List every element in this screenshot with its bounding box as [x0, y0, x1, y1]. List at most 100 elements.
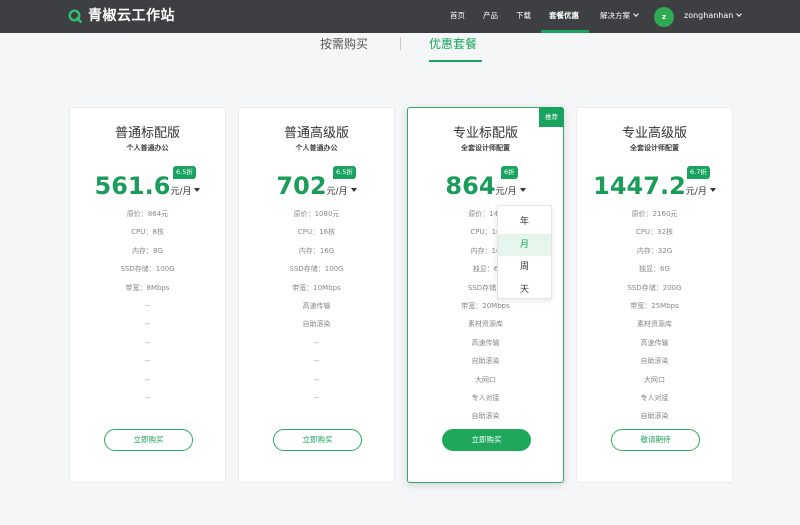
tab-on-demand[interactable]: 按需购买	[320, 36, 368, 52]
feature-item: 专人对接	[640, 393, 669, 402]
feature-item: 自助滚染	[302, 320, 331, 329]
price-unit[interactable]: 元/月	[496, 187, 517, 197]
price-row: 561.6元/月	[70, 171, 225, 201]
feature-item: 自助滚染	[471, 412, 500, 421]
plan-card-basic-advanced: 普通高级版 个人普通办公 702元/月 6.5折 原价：1080元 CPU：16…	[238, 107, 395, 483]
feature-item: --	[313, 393, 320, 402]
period-option-month[interactable]: 月	[498, 233, 551, 256]
feature-item: CPU：16核	[297, 228, 336, 237]
caret-down-icon[interactable]	[709, 187, 716, 192]
buy-now-button[interactable]: 立即购买	[273, 429, 362, 451]
plan-title: 普通标配版	[114, 126, 180, 141]
feature-item: 自助滚染	[640, 357, 669, 366]
feature-item: --	[313, 338, 320, 347]
feature-item: 大网口	[644, 375, 665, 384]
coming-soon-button[interactable]: 敬请期待	[611, 429, 700, 451]
discount-badge: 6.5折	[333, 166, 356, 179]
plan-price: 1447.2	[593, 172, 686, 200]
brand-name: 青椒云工作站	[88, 8, 175, 24]
feature-item: 内存：32G	[636, 246, 673, 255]
logo[interactable]: 青椒云工作站	[68, 8, 175, 24]
plan-subtitle: 全套设计师配置	[630, 144, 679, 152]
feature-item: --	[144, 375, 151, 384]
feature-list: 原价：1080元 CPU：16核 内存：16G SSD存储：100G 带宽：10…	[239, 205, 394, 407]
plan-price: 864	[445, 172, 496, 200]
feature-item: 自助滚染	[471, 357, 500, 366]
feature-list: 原价：864元 CPU：8核 内存：8G SSD存储：100G 带宽：8Mbps…	[70, 205, 225, 407]
plan-subtitle: 个人普通办公	[295, 144, 338, 152]
nav-products[interactable]: 产品	[483, 10, 498, 22]
nav-solutions[interactable]: 解决方案	[600, 10, 639, 22]
avatar[interactable]: z	[654, 7, 674, 27]
price-unit[interactable]: 元/月	[686, 187, 707, 197]
period-option-year[interactable]: 年	[498, 211, 551, 234]
feature-item: 专人对接	[471, 393, 500, 402]
feature-item: 内存：8G	[132, 246, 163, 255]
nav-packages[interactable]: 套餐优惠	[549, 10, 579, 22]
plan-title: 普通高级版	[283, 126, 349, 141]
tab-active-indicator	[429, 60, 482, 62]
plan-subtitle: 全套设计师配置	[461, 144, 510, 152]
feature-item: 高速传输	[640, 338, 669, 347]
price-row: 702元/月	[239, 171, 394, 201]
feature-item: 原价：864元	[126, 210, 169, 218]
tab-packages[interactable]: 优惠套餐	[429, 36, 477, 52]
price-unit[interactable]: 元/月	[327, 187, 348, 197]
recommended-badge: 推荐	[539, 107, 564, 127]
discount-badge: 6.5折	[173, 166, 196, 179]
nav-active-indicator	[541, 30, 589, 33]
plan-card-pro-advanced: 专业高级版 全套设计师配置 1447.2元/月 6.7折 原价：2160元 CP…	[576, 107, 733, 483]
feature-item: --	[144, 338, 151, 347]
price-row: 864元/月	[408, 171, 563, 201]
buy-now-button[interactable]: 立即购买	[442, 429, 531, 451]
feature-item: 自助滚染	[640, 412, 669, 421]
tab-divider	[400, 37, 401, 50]
feature-item: 素材资源库	[637, 320, 672, 329]
feature-item: 原价：2160元	[631, 210, 678, 218]
feature-item: --	[144, 357, 151, 366]
feature-item: 原价：1080元	[293, 210, 340, 218]
user-menu[interactable]: zonghanhan	[684, 10, 743, 22]
caret-down-icon[interactable]	[519, 187, 526, 192]
feature-item: SSD存储：200G	[627, 283, 682, 292]
billing-period-dropdown: 年 月 周 天	[497, 205, 552, 299]
caret-down-icon[interactable]	[350, 187, 357, 192]
username: zonghanhan	[684, 11, 734, 20]
feature-item: CPU：8核	[131, 228, 164, 237]
period-option-day[interactable]: 天	[498, 279, 551, 302]
feature-item: --	[313, 375, 320, 384]
plan-price: 561.6	[94, 172, 171, 200]
feature-item: 内存：16G	[298, 246, 335, 255]
feature-item: 大网口	[475, 375, 496, 384]
period-option-week[interactable]: 周	[498, 256, 551, 279]
feature-item: SSD存储：100G	[120, 265, 175, 274]
nav-download[interactable]: 下载	[516, 10, 531, 22]
caret-down-icon[interactable]	[194, 187, 201, 192]
chevron-down-icon	[736, 11, 743, 17]
feature-item: 素材资源库	[468, 320, 503, 329]
feature-item: 高速传输	[471, 338, 500, 347]
plan-subtitle: 个人普通办公	[126, 144, 169, 152]
top-navbar: 青椒云工作站 首页 产品 下载 套餐优惠 解决方案 z zonghanhan	[0, 0, 800, 33]
feature-item: --	[144, 393, 151, 402]
nav-solutions-label: 解决方案	[600, 11, 630, 20]
feature-item: 独显：6G	[639, 265, 670, 274]
feature-item: 带宽：10Mbps	[292, 283, 341, 292]
feature-item: --	[313, 357, 320, 366]
feature-item: --	[144, 301, 151, 310]
feature-list: 原价：2160元 CPU：32核 内存：32G 独显：6G SSD存储：200G…	[577, 205, 732, 426]
buy-now-button[interactable]: 立即购买	[104, 429, 193, 451]
plan-card-basic-standard: 普通标配版 个人普通办公 561.6元/月 6.5折 原价：864元 CPU：8…	[69, 107, 226, 483]
feature-item: 带宽：8Mbps	[125, 283, 170, 292]
plan-price: 702	[276, 172, 327, 200]
nav-home[interactable]: 首页	[450, 10, 465, 22]
price-unit[interactable]: 元/月	[170, 187, 191, 197]
feature-item: 高速传输	[302, 301, 331, 310]
discount-badge: 6.7折	[687, 166, 710, 179]
feature-item: 带宽：25Mbps	[630, 301, 679, 310]
feature-item: CPU：32核	[635, 228, 674, 237]
feature-item: --	[144, 320, 151, 329]
brand-logo-icon	[68, 9, 82, 23]
plan-title: 专业标配版	[452, 126, 518, 141]
discount-badge: 6折	[501, 166, 518, 179]
